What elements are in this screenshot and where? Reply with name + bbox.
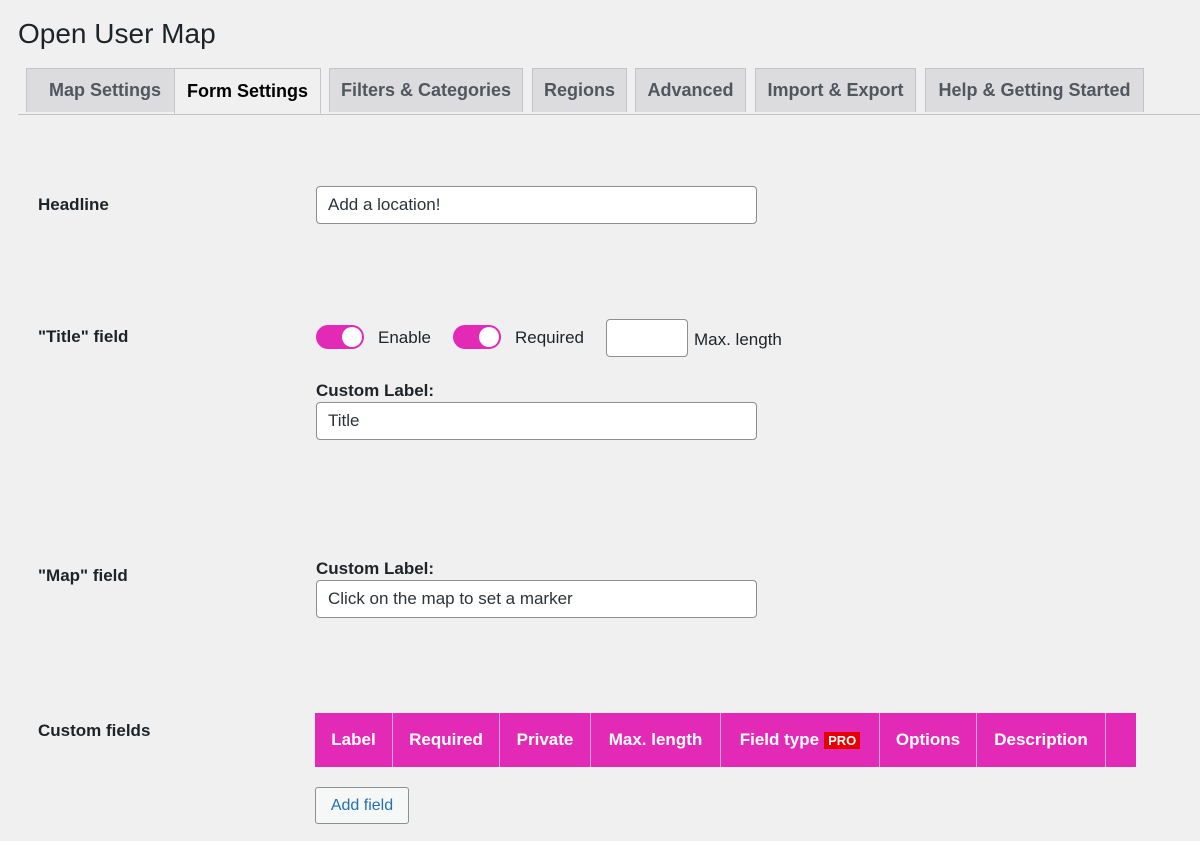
custom-fields-label: Custom fields (38, 721, 151, 740)
column-header-options: Options (880, 713, 977, 767)
tab-filters-categories[interactable]: Filters & Categories (329, 68, 523, 112)
title-max-length-input[interactable] (606, 319, 688, 357)
map-custom-label-input[interactable] (316, 580, 757, 618)
tab-import-export[interactable]: Import & Export (755, 68, 916, 112)
pro-badge: PRO (824, 731, 861, 749)
toggle-knob (479, 327, 499, 347)
title-field-label: "Title" field (38, 327, 129, 346)
tab-map-settings[interactable]: Map Settings (26, 68, 184, 112)
map-custom-label-caption: Custom Label: (316, 559, 435, 578)
custom-fields-table-header: Label Required Private Max. length Field… (315, 713, 1136, 767)
title-max-length-label: Max. length (694, 330, 782, 349)
column-header-max-length: Max. length (591, 713, 721, 767)
tab-advanced[interactable]: Advanced (635, 68, 746, 112)
title-required-label: Required (515, 328, 584, 347)
toggle-knob (342, 327, 362, 347)
title-enable-label: Enable (378, 328, 431, 347)
title-custom-label-caption: Custom Label: (316, 381, 435, 400)
map-field-label: "Map" field (38, 566, 128, 585)
page-title: Open User Map (18, 18, 216, 49)
column-header-private: Private (500, 713, 591, 767)
title-required-toggle[interactable] (453, 325, 501, 349)
title-enable-toggle[interactable] (316, 325, 364, 349)
column-header-actions (1106, 713, 1136, 767)
column-header-field-type: Field type PRO (721, 713, 880, 767)
title-custom-label-input[interactable] (316, 402, 757, 440)
field-type-text: Field type (739, 730, 820, 749)
headline-input[interactable] (316, 186, 757, 224)
tab-form-settings[interactable]: Form Settings (174, 68, 321, 114)
add-field-button[interactable]: Add field (315, 787, 409, 824)
column-header-label: Label (315, 713, 393, 767)
tab-bar: Map Settings Form Settings Filters & Cat… (18, 68, 1200, 115)
column-header-description: Description (977, 713, 1106, 767)
tab-help-getting-started[interactable]: Help & Getting Started (925, 68, 1144, 112)
headline-label: Headline (38, 195, 109, 214)
tab-regions[interactable]: Regions (532, 68, 627, 112)
column-header-required: Required (393, 713, 500, 767)
